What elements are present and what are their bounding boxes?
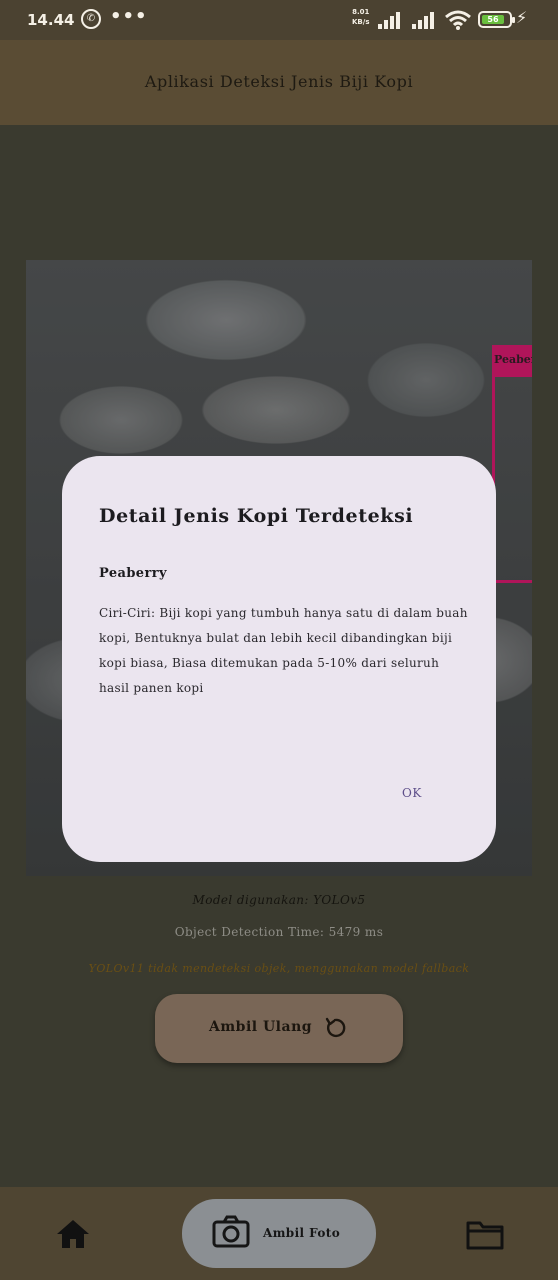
fallback-notice: YOLOv11 tidak mendeteksi objek, mengguna… bbox=[88, 962, 470, 975]
more-notifications-icon: ••• bbox=[110, 6, 148, 27]
signal-2-icon bbox=[412, 11, 440, 29]
detail-dialog: Detail Jenis Kopi Terdeteksi Peaberry Ci… bbox=[62, 456, 496, 862]
take-photo-button[interactable]: Ambil Foto bbox=[182, 1199, 376, 1268]
battery-icon: 56 bbox=[478, 11, 515, 28]
detection-time-text: Object Detection Time: 5479 ms bbox=[174, 925, 384, 939]
status-time: 14.44 bbox=[27, 11, 75, 29]
retake-button[interactable]: Ambil Ulang bbox=[155, 994, 403, 1063]
detected-type-description: Ciri-Ciri: Biji kopi yang tumbuh hanya s… bbox=[99, 606, 468, 695]
status-bar: 14.44 ✆ ••• 8.01 KB/s 56 ⚡ bbox=[0, 0, 558, 40]
refresh-icon bbox=[325, 1017, 346, 1038]
app-title: Aplikasi Deteksi Jenis Biji Kopi bbox=[144, 72, 414, 91]
dialog-title: Detail Jenis Kopi Terdeteksi bbox=[99, 505, 414, 527]
model-used-text: Model digunakan: YOLOv5 bbox=[192, 893, 366, 907]
ok-button[interactable]: OK bbox=[400, 782, 424, 804]
charging-icon: ⚡ bbox=[516, 8, 528, 27]
detection-box bbox=[492, 345, 532, 583]
bottom-navigation: Ambil Foto bbox=[0, 1187, 558, 1280]
battery-level: 56 bbox=[482, 15, 504, 24]
detection-label: Peaberry bbox=[492, 345, 532, 377]
folder-icon[interactable] bbox=[466, 1218, 504, 1250]
net-speed-value: 8.01 bbox=[352, 8, 370, 16]
take-photo-label: Ambil Foto bbox=[263, 1226, 341, 1240]
retake-button-label: Ambil Ulang bbox=[209, 1019, 313, 1035]
wifi-icon bbox=[445, 10, 471, 30]
net-speed: 8.01 KB/s bbox=[352, 7, 369, 27]
detected-type-name: Peaberry bbox=[99, 566, 167, 581]
signal-1-icon bbox=[378, 11, 406, 29]
net-speed-unit: KB/s bbox=[352, 18, 370, 26]
camera-icon bbox=[212, 1215, 250, 1248]
home-icon[interactable] bbox=[55, 1218, 91, 1250]
whatsapp-icon: ✆ bbox=[81, 9, 101, 29]
